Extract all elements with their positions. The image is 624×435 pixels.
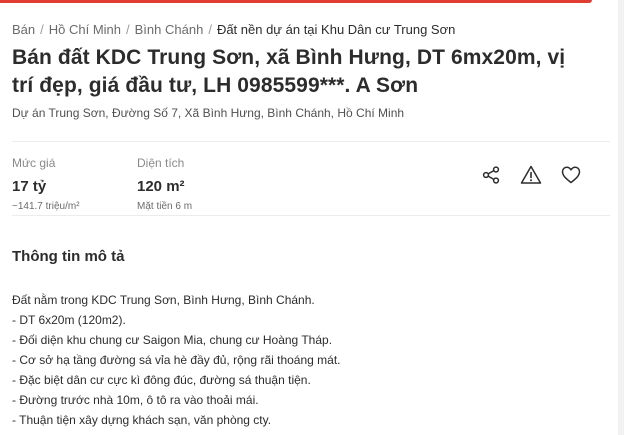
divider [12, 215, 610, 216]
price-per-m2: ~141.7 triệu/m² [12, 201, 80, 212]
description-line: - Thuận tiện xây dựng khách sạn, văn phò… [12, 413, 272, 427]
breadcrumb-separator: / [126, 22, 130, 37]
area-label: Diện tích [137, 156, 185, 170]
description-body: Đất nằm trong KDC Trung Sơn, Bình Hưng, … [12, 290, 602, 430]
top-accent-bar [0, 0, 592, 3]
breadcrumb-item-city[interactable]: Hồ Chí Minh [49, 22, 121, 37]
listing-address: Dự án Trung Sơn, Đường Số 7, Xã Bình Hưn… [12, 106, 405, 120]
breadcrumb-item-ban[interactable]: Bán [12, 22, 35, 37]
divider [12, 141, 610, 142]
listing-page: Bán / Hồ Chí Minh / Bình Chánh / Đất nền dự án… [0, 0, 624, 435]
breadcrumb-item-district[interactable]: Bình Chánh [135, 22, 204, 37]
description-line: Đất nằm trong KDC Trung Sơn, Bình Hưng, … [12, 293, 315, 307]
breadcrumb-separator: / [208, 22, 212, 37]
breadcrumb-current: Đất nền dự án tại Khu Dân cư Trung Sơn [216, 22, 456, 37]
description-line: - Đặc biệt dân cư cực kì đông đúc, đường… [12, 373, 311, 387]
warning-icon [520, 165, 542, 184]
description-line: - Đường trước nhà 10m, ô tô ra vào thoải… [12, 393, 259, 407]
description-line: - Cơ sở hạ tầng đường sá vỉa hè đầy đủ, … [12, 353, 341, 367]
breadcrumb-separator: / [40, 22, 44, 37]
price-stat: Mức giá 17 tỷ ~141.7 triệu/m² [12, 156, 80, 212]
listing-actions [480, 164, 582, 186]
price-value: 17 tỷ [12, 178, 47, 195]
description-heading: Thông tin mô tả [12, 248, 125, 265]
breadcrumb: Bán / Hồ Chí Minh / Bình Chánh / Đất nền dự án… [12, 22, 455, 37]
save-favorite-button[interactable] [560, 164, 582, 186]
price-label: Mức giá [12, 156, 56, 170]
share-button[interactable] [480, 164, 502, 186]
heart-icon [561, 166, 581, 184]
area-value: 120 m² [137, 178, 185, 195]
share-icon [482, 166, 500, 184]
description-line: - Đối diện khu chung cư Saigon Mia, chun… [12, 333, 333, 347]
description-line: - DT 6x20m (120m2). [12, 313, 126, 327]
area-stat: Diện tích 120 m² Mặt tiền 6 m [137, 156, 192, 212]
frontage-value: Mặt tiền 6 m [137, 201, 193, 212]
listing-title: Bán đất KDC Trung Sơn, xã Bình Hưng, DT … [12, 46, 566, 97]
scrollbar-track[interactable] [618, 0, 624, 435]
report-button[interactable] [520, 164, 542, 186]
